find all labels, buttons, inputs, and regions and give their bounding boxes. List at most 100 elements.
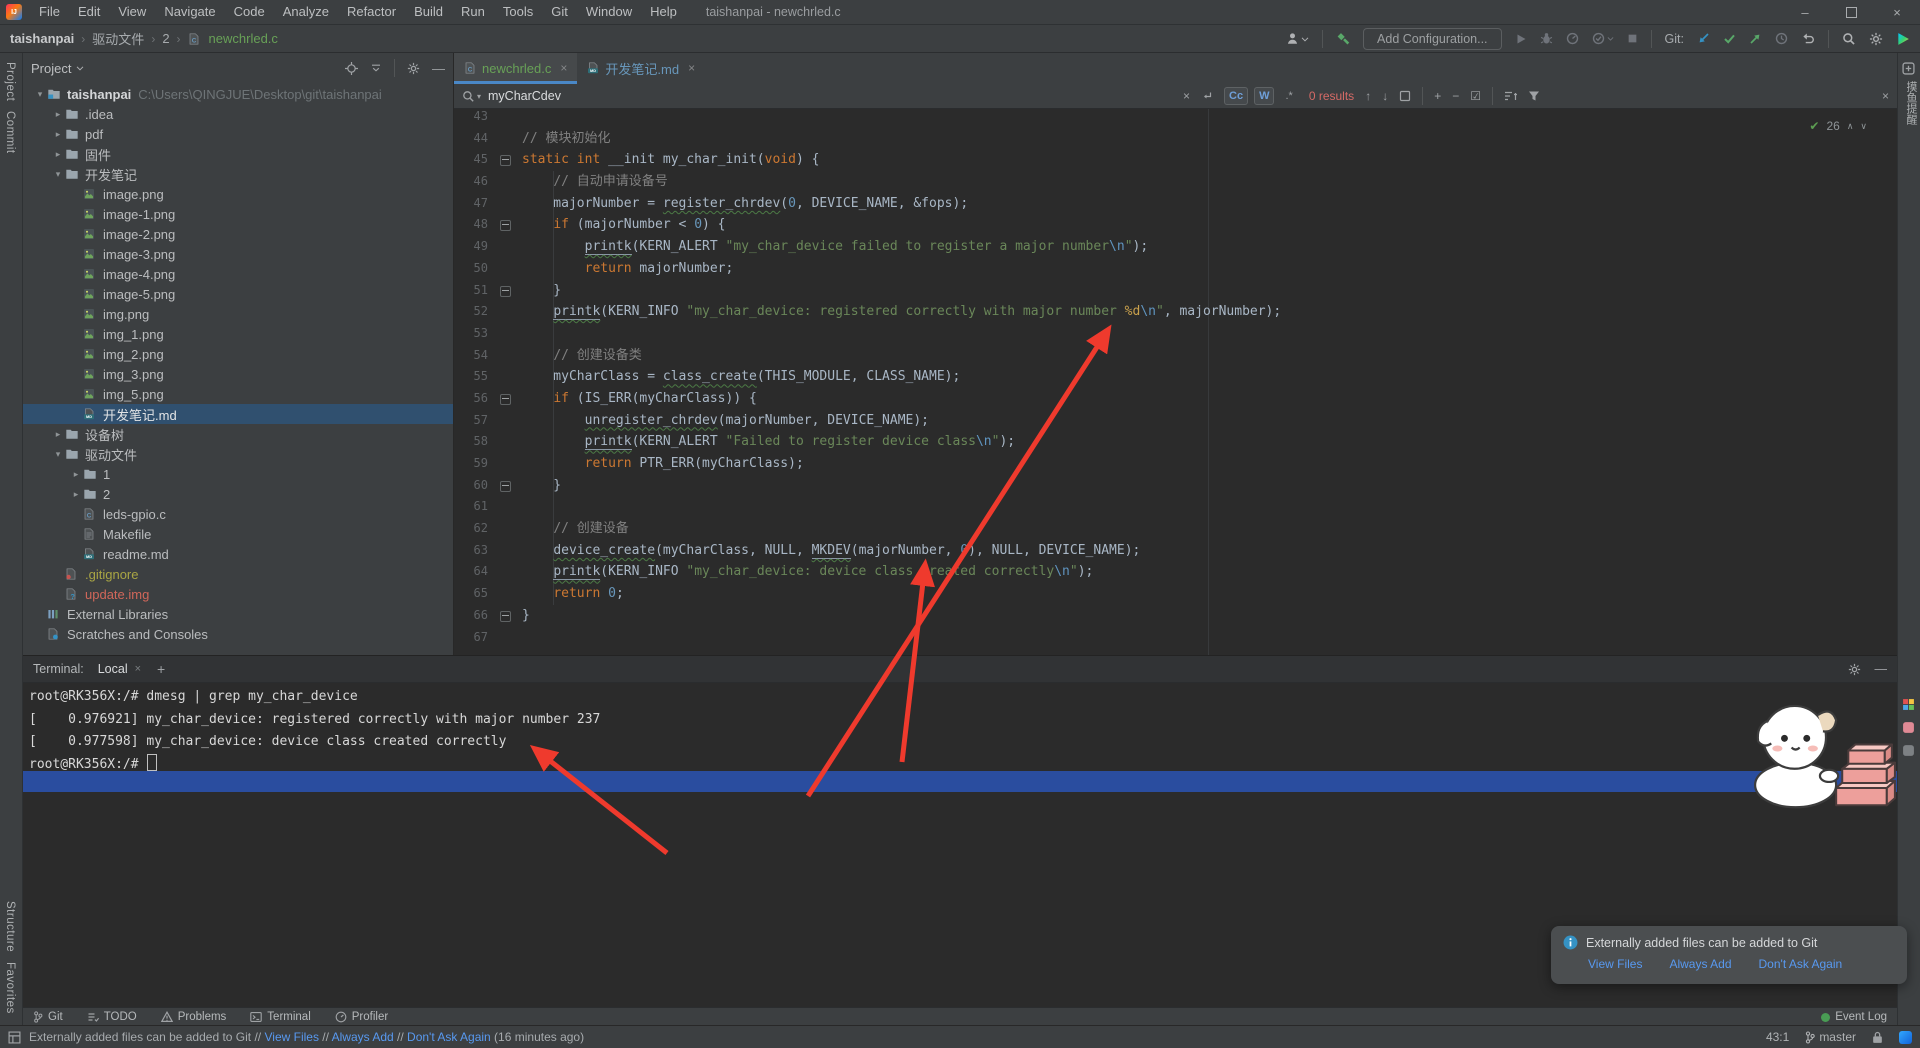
collapse-all-icon[interactable] bbox=[370, 62, 382, 74]
fold-marker-icon[interactable] bbox=[488, 280, 522, 302]
tree-chevron-icon[interactable]: ▾ bbox=[51, 449, 65, 460]
search-everywhere-icon[interactable] bbox=[1842, 32, 1856, 46]
tree-item--gitignore[interactable]: .gitignore bbox=[23, 564, 453, 584]
tree-item--idea[interactable]: ▸.idea bbox=[23, 104, 453, 124]
add-configuration-button[interactable]: Add Configuration... bbox=[1363, 28, 1502, 50]
tree-item-readme-md[interactable]: MDreadme.md bbox=[23, 544, 453, 564]
git-history-icon[interactable] bbox=[1775, 32, 1788, 45]
menu-tools[interactable]: Tools bbox=[494, 0, 542, 24]
tree-item-pdf[interactable]: ▸pdf bbox=[23, 124, 453, 144]
tree-item-设备树[interactable]: ▸设备树 bbox=[23, 424, 453, 444]
close-search-icon[interactable]: × bbox=[1882, 89, 1889, 103]
hide-panel-icon[interactable]: — bbox=[432, 61, 445, 76]
tree-item-scratches-and-consoles[interactable]: Scratches and Consoles bbox=[23, 624, 453, 644]
code-line-59[interactable]: 59 return PTR_ERR(myCharClass); bbox=[454, 453, 1897, 475]
tree-chevron-icon[interactable]: ▸ bbox=[51, 429, 65, 440]
breadcrumb-item-2[interactable]: 2 bbox=[162, 31, 169, 46]
stripe-tab-structure[interactable]: Structure bbox=[4, 901, 16, 952]
tree-item-image-2-png[interactable]: image-2.png bbox=[23, 224, 453, 244]
terminal-settings-gear-icon[interactable] bbox=[1848, 663, 1861, 676]
git-update-icon[interactable] bbox=[1697, 32, 1710, 45]
user-icon[interactable] bbox=[1286, 32, 1309, 45]
add-selection-icon[interactable]: + bbox=[1434, 89, 1441, 103]
tree-item-固件[interactable]: ▸固件 bbox=[23, 144, 453, 164]
fold-marker-icon[interactable] bbox=[488, 214, 522, 236]
tree-chevron-icon[interactable]: ▸ bbox=[69, 469, 83, 480]
code-line-56[interactable]: 56 if (IS_ERR(myCharClass)) { bbox=[454, 388, 1897, 410]
tree-item-开发笔记-md[interactable]: MD开发笔记.md bbox=[23, 404, 453, 424]
notification-action-always-add[interactable]: Always Add bbox=[1669, 957, 1731, 971]
tree-chevron-icon[interactable]: ▾ bbox=[51, 169, 65, 180]
tool-window-tab-profiler[interactable]: Profiler bbox=[335, 1011, 388, 1023]
minimize-button[interactable]: – bbox=[1782, 0, 1828, 24]
git-push-icon[interactable] bbox=[1749, 32, 1762, 45]
code-line-57[interactable]: 57 unregister_chrdev(majorNumber, DEVICE… bbox=[454, 410, 1897, 432]
search-toggle-w[interactable]: W bbox=[1254, 87, 1274, 105]
stripe-tab-favorites[interactable]: Favorites bbox=[4, 962, 16, 1014]
tree-item-img-5-png[interactable]: img_5.png bbox=[23, 384, 453, 404]
tree-item-taishanpai[interactable]: ▾taishanpaiC:\Users\QINGJUE\Desktop\git\… bbox=[23, 84, 453, 104]
code-line-53[interactable]: 53 bbox=[454, 323, 1897, 345]
tree-item-image-1-png[interactable]: image-1.png bbox=[23, 204, 453, 224]
tree-item-1[interactable]: ▸1 bbox=[23, 464, 453, 484]
plugin-icon[interactable] bbox=[1896, 32, 1910, 46]
tree-item-开发笔记[interactable]: ▾开发笔记 bbox=[23, 164, 453, 184]
pink-plugin-icon[interactable] bbox=[1902, 721, 1920, 734]
tree-item-驱动文件[interactable]: ▾驱动文件 bbox=[23, 444, 453, 464]
tree-chevron-icon[interactable]: ▸ bbox=[51, 149, 65, 160]
notification-action-don-t-ask-again[interactable]: Don't Ask Again bbox=[1759, 957, 1843, 971]
code-line-65[interactable]: 65 return 0; bbox=[454, 583, 1897, 605]
menu-run[interactable]: Run bbox=[452, 0, 494, 24]
event-log-button[interactable]: Event Log bbox=[1821, 1011, 1887, 1023]
tree-chevron-icon[interactable]: ▸ bbox=[69, 489, 83, 500]
code-line-54[interactable]: 54 // 创建设备类 bbox=[454, 345, 1897, 367]
close-terminal-tab-icon[interactable]: × bbox=[135, 663, 141, 675]
remove-selection-icon[interactable]: − bbox=[1452, 89, 1459, 103]
coverage-icon[interactable] bbox=[1592, 32, 1614, 45]
breadcrumb-item-taishanpai[interactable]: taishanpai bbox=[10, 31, 74, 46]
code-line-64[interactable]: 64 printk(KERN_INFO "my_char_device: dev… bbox=[454, 561, 1897, 583]
terminal-tab-local[interactable]: Local× bbox=[98, 662, 141, 676]
close-tab-icon[interactable]: × bbox=[688, 61, 695, 75]
project-panel-title[interactable]: Project bbox=[31, 61, 71, 76]
code-line-63[interactable]: 63 device_create(myCharClass, NULL, MKDE… bbox=[454, 540, 1897, 562]
code-line-44[interactable]: 44// 模块初始化 bbox=[454, 128, 1897, 150]
tree-item-image-4-png[interactable]: image-4.png bbox=[23, 264, 453, 284]
menu-help[interactable]: Help bbox=[641, 0, 686, 24]
tree-chevron-icon[interactable]: ▾ bbox=[33, 89, 47, 100]
code-editor-area[interactable]: 4344// 模块初始化45static int __init my_char_… bbox=[454, 109, 1897, 655]
locate-icon[interactable] bbox=[345, 62, 358, 75]
notification-action-view-files[interactable]: View Files bbox=[1588, 957, 1642, 971]
search-toggle-cc[interactable]: Cc bbox=[1224, 87, 1248, 105]
menu-build[interactable]: Build bbox=[405, 0, 452, 24]
select-all-occurrences-icon[interactable] bbox=[1399, 90, 1411, 102]
tool-window-tab-git[interactable]: Git bbox=[33, 1011, 63, 1023]
git-commit-icon[interactable] bbox=[1723, 32, 1736, 45]
tree-item-makefile[interactable]: Makefile bbox=[23, 524, 453, 544]
menu-view[interactable]: View bbox=[109, 0, 155, 24]
code-line-52[interactable]: 52 printk(KERN_INFO "my_char_device: reg… bbox=[454, 301, 1897, 323]
tree-item-leds-gpio-c[interactable]: Cleds-gpio.c bbox=[23, 504, 453, 524]
right-stripe-plugin-tab[interactable]: 摸鱼提醒 bbox=[1903, 81, 1919, 125]
status-link-don-t-ask-again[interactable]: Don't Ask Again bbox=[407, 1030, 491, 1044]
code-line-58[interactable]: 58 printk(KERN_ALERT "Failed to register… bbox=[454, 431, 1897, 453]
breadcrumb-item-newchrled-c[interactable]: Cnewchrled.c bbox=[188, 31, 278, 46]
maximize-button[interactable] bbox=[1828, 0, 1874, 24]
close-button[interactable]: × bbox=[1874, 0, 1920, 24]
code-line-48[interactable]: 48 if (majorNumber < 0) { bbox=[454, 214, 1897, 236]
settings-gear-icon[interactable] bbox=[1869, 32, 1883, 46]
lock-icon[interactable] bbox=[1872, 1031, 1883, 1044]
plugin-tab-icon[interactable] bbox=[1902, 62, 1920, 75]
git-rollback-icon[interactable] bbox=[1801, 32, 1815, 45]
fold-marker-icon[interactable] bbox=[488, 388, 522, 410]
tree-chevron-icon[interactable]: ▸ bbox=[51, 109, 65, 120]
hide-terminal-icon[interactable]: — bbox=[1875, 662, 1888, 676]
fold-marker-icon[interactable] bbox=[488, 149, 522, 171]
menu-edit[interactable]: Edit bbox=[69, 0, 109, 24]
new-terminal-icon[interactable]: + bbox=[157, 661, 165, 677]
code-line-46[interactable]: 46 // 自动申请设备号 bbox=[454, 171, 1897, 193]
filter-selection-icon[interactable]: ☑ bbox=[1470, 89, 1481, 103]
stripe-tab-project[interactable]: Project bbox=[4, 62, 16, 101]
fold-marker-icon[interactable] bbox=[488, 475, 522, 497]
tool-window-switcher-icon[interactable] bbox=[8, 1031, 21, 1044]
